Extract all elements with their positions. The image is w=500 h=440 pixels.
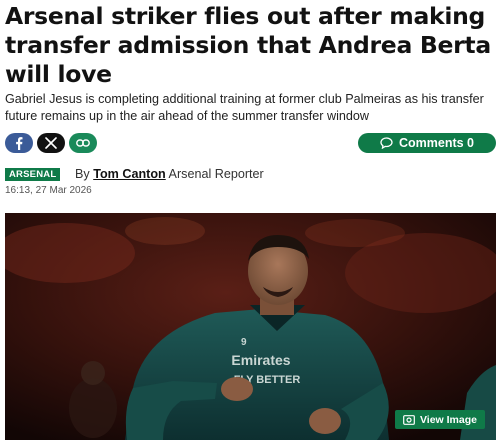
- section-tag[interactable]: ARSENAL: [5, 168, 61, 181]
- article-standfirst: Gabriel Jesus is completing additional t…: [5, 92, 484, 123]
- share-buttons: [5, 133, 97, 153]
- publish-timestamp: 16:13, 27 Mar 2026: [5, 185, 92, 196]
- comment-bubble-icon: [380, 137, 393, 149]
- byline-prefix: By: [75, 167, 90, 181]
- hero-image[interactable]: Emirates FLY BETTER 9 View Image: [5, 213, 496, 440]
- copy-link-button[interactable]: [69, 133, 97, 153]
- shirt-number: 9: [241, 337, 247, 348]
- article-headline: Arsenal striker flies out after making t…: [5, 2, 491, 88]
- view-image-button[interactable]: View Image: [394, 410, 485, 429]
- comments-button[interactable]: Comments 0: [358, 133, 496, 153]
- byline: By Tom Canton Arsenal Reporter: [75, 167, 264, 181]
- facebook-icon: [16, 136, 23, 150]
- x-icon: [45, 137, 57, 149]
- author-role: Arsenal Reporter: [168, 167, 264, 181]
- share-facebook-button[interactable]: [5, 133, 33, 153]
- hero-photo-illustration: Emirates FLY BETTER 9: [5, 213, 496, 440]
- comments-label: Comments 0: [398, 136, 475, 150]
- view-image-label: View Image: [419, 413, 477, 426]
- image-icon: [403, 414, 415, 425]
- share-x-button[interactable]: [37, 133, 65, 153]
- shirt-sponsor-line1: Emirates: [231, 352, 290, 368]
- link-icon: [76, 139, 90, 147]
- author-link[interactable]: Tom Canton: [93, 167, 166, 181]
